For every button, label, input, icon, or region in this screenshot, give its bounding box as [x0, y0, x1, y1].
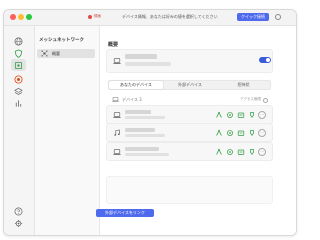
stats-icon[interactable] [14, 99, 23, 108]
zoom-window-button[interactable] [26, 14, 32, 20]
title-bar: 録画 デバイス情報、あなたは好みの値を選択してください クイック接続 [4, 10, 296, 26]
minimize-window-button[interactable] [18, 14, 24, 20]
quick-connect-button[interactable]: クイック接続 [237, 13, 269, 21]
local-network-icon[interactable] [225, 110, 234, 119]
device-row[interactable]: ⋯ [106, 142, 273, 161]
sidebar-item-label: 概要 [52, 51, 60, 56]
meshnet-icon[interactable] [11, 59, 26, 71]
link-external-device-button[interactable]: 外部デバイスをリンク [96, 209, 154, 217]
account-icon[interactable] [275, 14, 281, 20]
laptop-icon [113, 149, 121, 155]
access-header-label: アクセス権限 [240, 97, 261, 101]
layers-icon[interactable] [14, 87, 23, 96]
device-name-redacted [125, 54, 157, 59]
device-list-header: デバイス 3 アクセス権限 [112, 96, 269, 104]
tab-invitations[interactable]: 招待状 [217, 81, 270, 89]
meshnet-sidebar: メッシュネットワーク 概要 [35, 26, 100, 235]
main-content: 概要 あなたのデバイス 外部デバイス 招待状 デバイス 3 アクセス権限 ⋯ ⋯… [96, 26, 296, 235]
device-row[interactable]: ⋯ [106, 105, 273, 124]
remote-icon[interactable] [247, 110, 256, 119]
globe-icon[interactable] [14, 37, 23, 46]
close-window-button[interactable] [10, 14, 16, 20]
recording-label: 録画 [94, 14, 101, 18]
device-tabs: あなたのデバイス 外部デバイス 招待状 [108, 80, 271, 90]
this-device-card [106, 49, 273, 73]
help-icon[interactable] [14, 207, 23, 216]
routing-icon[interactable] [214, 147, 223, 156]
file-share-icon[interactable] [236, 110, 245, 119]
local-network-icon[interactable] [225, 128, 234, 137]
device-address-redacted [125, 134, 165, 137]
meshnet-toggle[interactable] [259, 57, 271, 63]
remote-icon[interactable] [247, 147, 256, 156]
device-address-redacted [125, 116, 165, 119]
device-actions: ⋯ [214, 147, 266, 156]
device-actions: ⋯ [214, 110, 266, 119]
laptop-icon [113, 58, 121, 64]
laptop-icon [112, 97, 119, 102]
device-address-redacted [125, 153, 169, 156]
routing-icon[interactable] [214, 128, 223, 137]
routing-icon[interactable] [214, 110, 223, 119]
settings-icon[interactable] [14, 219, 23, 228]
icon-rail [4, 26, 35, 235]
app-window: 録画 デバイス情報、あなたは好みの値を選択してください クイック接続 メッシュネ… [3, 9, 297, 236]
page-title: 概要 [108, 42, 119, 48]
tab-your-devices[interactable]: あなたのデバイス [109, 81, 163, 89]
recording-indicator-icon [88, 15, 92, 19]
status-notice: デバイス情報、あなたは好みの値を選択してください [122, 14, 218, 19]
remote-icon[interactable] [247, 128, 256, 137]
sidebar-section-title: メッシュネットワーク [39, 38, 84, 43]
sidebar-item-overview[interactable]: 概要 [37, 49, 95, 58]
toggle-knob [266, 58, 270, 62]
more-options-icon[interactable]: ⋯ [258, 110, 266, 119]
threat-protection-icon[interactable] [14, 75, 23, 84]
more-options-icon[interactable]: ⋯ [258, 147, 266, 156]
device-name-redacted [125, 147, 159, 151]
file-share-icon[interactable] [236, 128, 245, 137]
file-share-icon[interactable] [236, 147, 245, 156]
local-network-icon[interactable] [225, 147, 234, 156]
device-row[interactable]: ⋯ [106, 123, 273, 142]
device-actions: ⋯ [214, 128, 266, 137]
tab-external-devices[interactable]: 外部デバイス [163, 81, 217, 89]
music-note-icon [114, 129, 120, 136]
meshnet-node-icon [41, 50, 48, 57]
laptop-icon [113, 112, 121, 118]
empty-list-area [106, 176, 273, 204]
device-name-redacted [125, 128, 155, 132]
device-count-label: デバイス 3 [122, 97, 142, 102]
shield-icon[interactable] [14, 49, 23, 58]
more-options-icon[interactable]: ⋯ [258, 128, 266, 137]
device-name-redacted [125, 110, 151, 114]
device-address-redacted [125, 62, 171, 66]
info-icon[interactable] [263, 97, 268, 103]
